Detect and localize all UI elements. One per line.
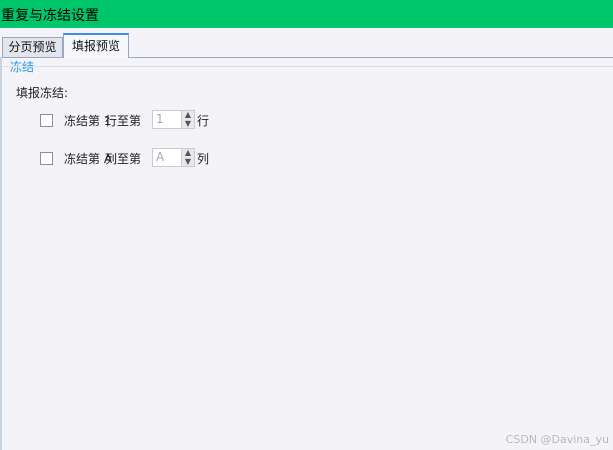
freeze-columns-prefix-text: 冻结第: [64, 152, 101, 166]
freeze-rows-checkbox[interactable]: [40, 114, 53, 127]
freeze-rows-infix: 行至第: [105, 114, 142, 128]
window-title: 重复与冻结设置: [1, 8, 99, 24]
tab-fill-preview[interactable]: 填报预览: [63, 33, 129, 58]
chevron-up-icon[interactable]: ▲: [182, 111, 194, 119]
freeze-columns-checkbox[interactable]: [40, 152, 53, 165]
freeze-columns-infix: 列至第: [105, 152, 142, 166]
title-bar[interactable]: 重复与冻结设置: [0, 0, 613, 28]
settings-window: 重复与冻结设置 分页预览 填报预览 冻结 填报冻结: 冻结第 1 行至第 1 ▲…: [0, 0, 613, 450]
section-divider: [2, 66, 613, 67]
fill-freeze-label: 填报冻结:: [16, 86, 69, 100]
freeze-rows-spinner[interactable]: 1 ▲ ▼: [152, 110, 195, 129]
freeze-columns-value[interactable]: A: [156, 150, 164, 164]
chevron-down-icon[interactable]: ▼: [182, 158, 194, 166]
chevron-down-icon[interactable]: ▼: [182, 120, 194, 128]
chevron-up-icon[interactable]: ▲: [182, 149, 194, 157]
freeze-rows-suffix: 行: [197, 114, 210, 128]
watermark: CSDN @Davina_yu: [505, 433, 609, 446]
tab-page-preview[interactable]: 分页预览: [2, 37, 63, 57]
freeze-columns-spinner[interactable]: A ▲ ▼: [152, 148, 195, 167]
freeze-columns-suffix: 列: [197, 152, 210, 166]
panel-left-edge: [0, 57, 2, 450]
tab-strip: 分页预览 填报预览: [0, 28, 613, 58]
freeze-columns-spin-buttons: ▲ ▼: [181, 149, 194, 166]
freeze-rows-prefix-text: 冻结第: [64, 114, 101, 128]
freeze-rows-value[interactable]: 1: [156, 112, 164, 126]
freeze-rows-spin-buttons: ▲ ▼: [181, 111, 194, 128]
